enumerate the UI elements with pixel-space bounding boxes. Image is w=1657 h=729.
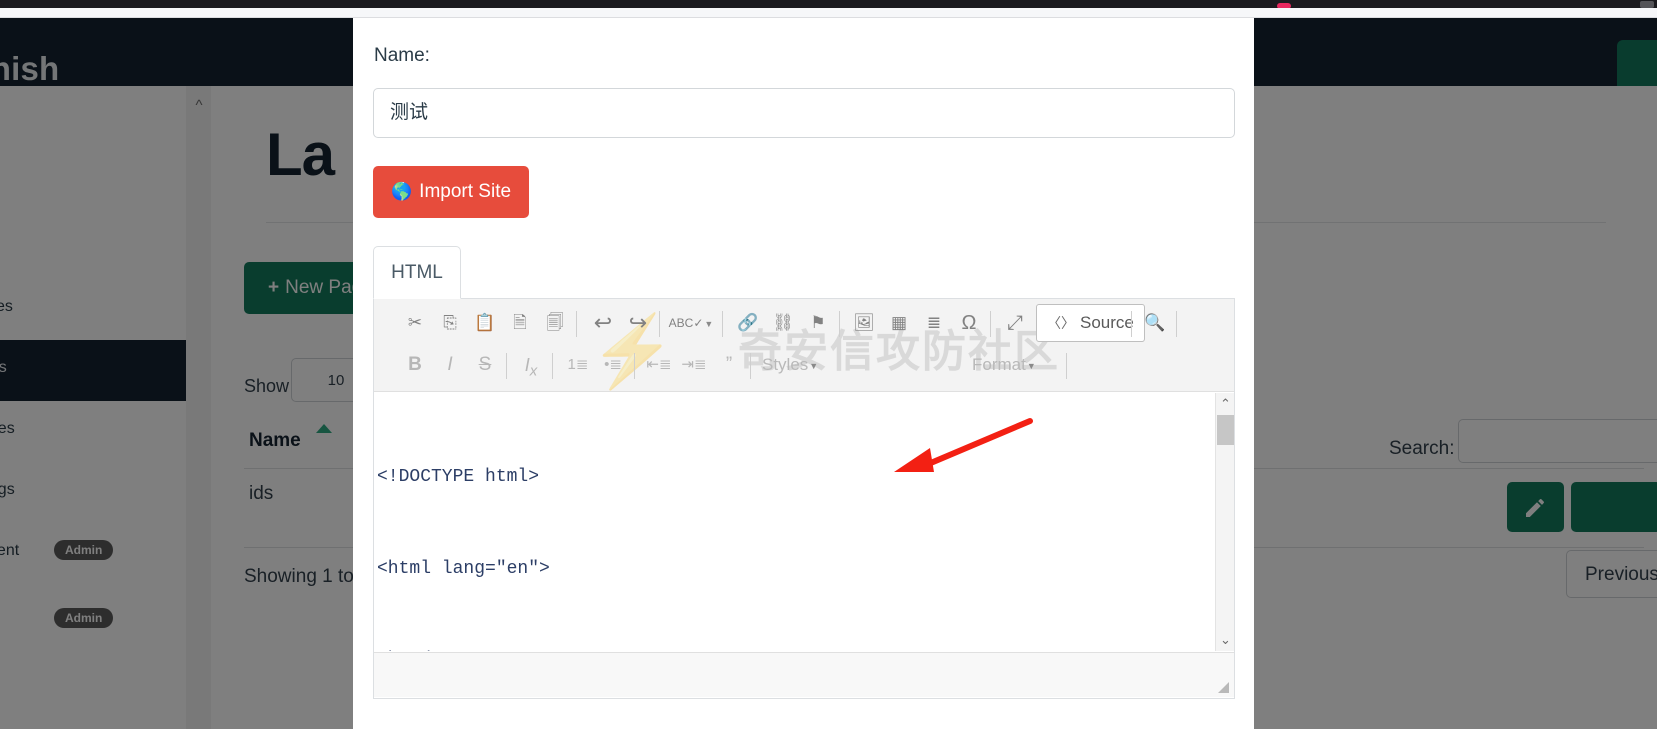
format-combo-label: Format bbox=[972, 355, 1026, 374]
screenshot-root: ophish ard gns Groups emplates g Pages g… bbox=[0, 0, 1657, 729]
indent-icon[interactable]: ⇥≣ bbox=[677, 347, 711, 383]
toolbar-row-2: B I S Ix 1≣ •≣ ⇤≣ ⇥≣ ” Styles▼ Format▼ bbox=[384, 347, 1224, 387]
source-button[interactable]: 〈〉 Source bbox=[1036, 304, 1145, 342]
browser-tab-indicator[interactable] bbox=[1640, 1, 1654, 8]
toolbar-separator bbox=[990, 311, 991, 337]
outdent-icon[interactable]: ⇤≣ bbox=[642, 347, 676, 383]
code-line: <head> bbox=[377, 645, 1234, 651]
globe-icon: 🌎 bbox=[391, 182, 413, 201]
numbered-list-icon[interactable]: 1≣ bbox=[561, 347, 595, 383]
toolbar-separator bbox=[659, 311, 660, 337]
toolbar-separator bbox=[1066, 353, 1067, 379]
red-arrow-annotation bbox=[894, 418, 1033, 472]
toolbar-separator bbox=[506, 353, 507, 379]
code-line: <!DOCTYPE html> bbox=[377, 467, 540, 487]
anchor-icon[interactable]: ⚑ bbox=[801, 305, 835, 341]
italic-icon[interactable]: I bbox=[433, 347, 467, 383]
toolbar-separator bbox=[552, 353, 553, 379]
preview-icon[interactable]: 🔍 bbox=[1138, 305, 1172, 341]
image-icon[interactable]: 🖼 bbox=[847, 305, 881, 341]
browser-toolbar-strip bbox=[0, 8, 1657, 18]
paste-icon[interactable]: 📋 bbox=[468, 305, 502, 341]
scroll-up-arrow-icon[interactable]: ⌃ bbox=[1216, 395, 1235, 413]
code-line: <html lang="en"> bbox=[377, 558, 550, 579]
editor-tabs: HTML bbox=[373, 246, 1235, 299]
bulleted-list-icon[interactable]: •≣ bbox=[596, 347, 630, 383]
bold-icon[interactable]: B bbox=[398, 347, 432, 383]
toolbar-separator bbox=[750, 353, 751, 379]
toolbar-separator bbox=[1176, 311, 1177, 337]
redo-icon[interactable]: ↪ bbox=[621, 305, 655, 341]
copy-icon[interactable]: ⎘ bbox=[433, 305, 467, 341]
toolbar-row-1: ✂ ⎘ 📋 🗎 🗐 ↩ ↪ ABC✓▼ 🔗 ⛓ ⚑ 🖼 ▦ ≣ Ω ⤢ 〈〉 S… bbox=[384, 304, 1224, 345]
horizontal-rule-icon[interactable]: ≣ bbox=[917, 305, 951, 341]
toolbar-separator bbox=[634, 353, 635, 379]
source-code-icon: 〈〉 bbox=[1047, 315, 1075, 331]
browser-tab-strip bbox=[0, 0, 1657, 9]
spellcheck-icon[interactable]: ABC✓▼ bbox=[667, 305, 715, 341]
name-field-label: Name: bbox=[374, 45, 430, 66]
paste-from-word-icon[interactable]: 🗐 bbox=[538, 305, 572, 341]
maximize-icon[interactable]: ⤢ bbox=[998, 305, 1032, 341]
format-combo[interactable]: Format▼ bbox=[972, 349, 1036, 382]
name-input[interactable]: 测试 bbox=[373, 88, 1235, 138]
toolbar-separator bbox=[722, 311, 723, 337]
toolbar-separator bbox=[839, 311, 840, 337]
cut-icon[interactable]: ✂ bbox=[398, 305, 432, 341]
toolbar-separator bbox=[576, 311, 577, 337]
source-label: Source bbox=[1080, 313, 1134, 332]
source-scrollbar[interactable]: ⌃ ⌄ bbox=[1215, 393, 1234, 651]
resize-handle[interactable] bbox=[1218, 682, 1229, 693]
ckeditor: ⚡ 奇安信攻防社区 ✂ ⎘ 📋 🗎 🗐 ↩ ↪ ABC✓▼ 🔗 ⛓ ⚑ 🖼 ▦ … bbox=[373, 299, 1235, 699]
strikethrough-icon[interactable]: S bbox=[468, 347, 502, 383]
undo-icon[interactable]: ↩ bbox=[586, 305, 620, 341]
styles-combo-label: Styles bbox=[762, 355, 809, 374]
editor-toolbar: ⚡ 奇安信攻防社区 ✂ ⎘ 📋 🗎 🗐 ↩ ↪ ABC✓▼ 🔗 ⛓ ⚑ 🖼 ▦ … bbox=[374, 299, 1234, 392]
modal-body: Name: 测试 🌎 Import Site HTML ⚡ 奇安信攻防社区 ✂ ⎘ bbox=[353, 18, 1254, 729]
toolbar-separator bbox=[1131, 311, 1132, 337]
import-site-label: Import Site bbox=[419, 181, 512, 202]
paste-as-plain-text-icon[interactable]: 🗎 bbox=[503, 305, 537, 341]
unlink-icon[interactable]: ⛓ bbox=[766, 305, 800, 341]
landing-page-modal: Name: 测试 🌎 Import Site HTML ⚡ 奇安信攻防社区 ✂ ⎘ bbox=[353, 18, 1254, 729]
editor-footer bbox=[374, 652, 1234, 697]
link-icon[interactable]: 🔗 bbox=[731, 305, 765, 341]
blockquote-icon[interactable]: ” bbox=[712, 347, 746, 383]
table-icon[interactable]: ▦ bbox=[882, 305, 916, 341]
import-site-button[interactable]: 🌎 Import Site bbox=[373, 166, 530, 218]
remove-format-icon[interactable]: Ix bbox=[514, 347, 548, 383]
source-scrollbar-thumb[interactable] bbox=[1217, 415, 1234, 445]
styles-combo[interactable]: Styles▼ bbox=[762, 349, 818, 382]
tab-html[interactable]: HTML bbox=[373, 246, 461, 299]
special-character-icon[interactable]: Ω bbox=[952, 305, 986, 341]
scroll-down-arrow-icon[interactable]: ⌄ bbox=[1216, 631, 1235, 649]
source-code-textarea[interactable]: <!DOCTYPE html> <html lang="en"> <head> … bbox=[374, 393, 1234, 651]
